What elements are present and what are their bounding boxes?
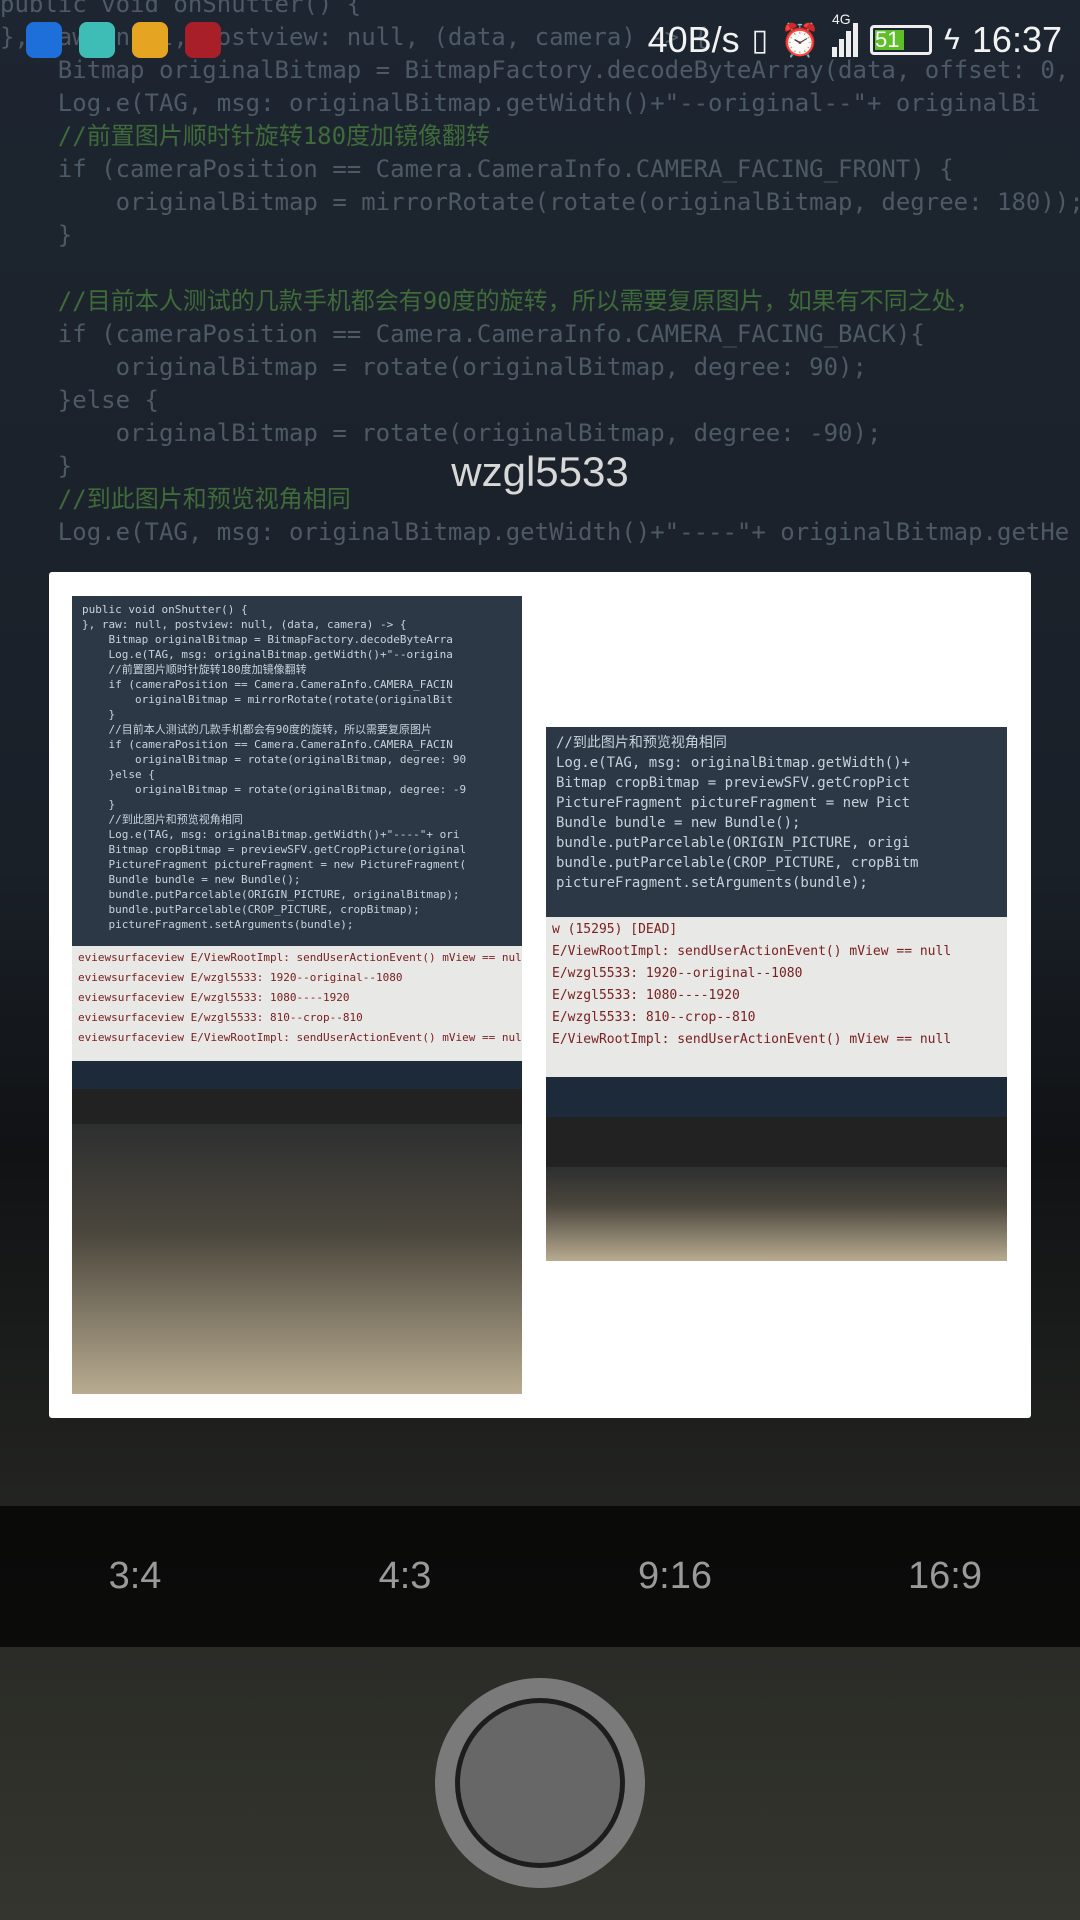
console-line: eviewsurfaceview E/wzgl5533: 810--crop--… (78, 1011, 363, 1024)
code-line: if (cameraPosition == Camera.CameraInfo.… (82, 738, 453, 751)
console-line: w (15295) [DEAD] (552, 922, 678, 937)
code-line: originalBitmap = rotate(originalBitmap, … (0, 353, 867, 381)
code-line: pictureFragment.setArguments(bundle); (82, 918, 354, 931)
code-line: if (cameraPosition == Camera.CameraInfo.… (0, 320, 925, 348)
code-line: //目前本人测试的几款手机都会有90度的旋转，所以需要复原图片，如果有不同之处， (0, 287, 980, 315)
ratio-option-4-3[interactable]: 4:3 (270, 1555, 540, 1598)
console-line: eviewsurfaceview E/ViewRootImpl: sendUse… (78, 951, 522, 964)
ratio-option-9-16[interactable]: 9:16 (540, 1555, 810, 1598)
console-line: E/wzgl5533: 810--crop--810 (552, 1010, 756, 1025)
code-line: originalBitmap = rotate(originalBitmap, … (82, 783, 467, 796)
aspect-ratio-bar: 3:4 4:3 9:16 16:9 (0, 1506, 1080, 1647)
console-line: E/wzgl5533: 1920--original--1080 (552, 966, 803, 981)
signal-icon: 4G (832, 11, 859, 57)
code-line: bundle.putParcelable(CROP_PICTURE, cropB… (82, 903, 420, 916)
code-line: } (82, 708, 116, 721)
android-app-icon (79, 22, 115, 58)
file-app-icon (132, 22, 168, 58)
status-bar: 40B/s ▯ ⏰ 4G 51 ϟ 16:37 (0, 0, 1080, 80)
char-app-icon (185, 22, 221, 58)
code-line: }, raw: null, postview: null, (data, cam… (82, 618, 407, 631)
code-line: Log.e(TAG, msg: originalBitmap.getWidth(… (82, 648, 453, 661)
code-line: public void onShutter() { (82, 603, 248, 616)
code-line: bundle.putParcelable(CROP_PICTURE, cropB… (556, 855, 919, 871)
console-line: eviewsurfaceview E/wzgl5533: 1080----192… (78, 991, 350, 1004)
code-line: Bundle bundle = new Bundle(); (556, 815, 801, 831)
code-line: //前置图片顺时针旋转180度加镜像翻转 (82, 663, 307, 676)
battery-icon: 51 (870, 25, 933, 55)
code-line: originalBitmap = rotate(originalBitmap, … (0, 419, 882, 447)
charging-icon: ϟ (944, 23, 960, 56)
clock: 16:37 (971, 19, 1062, 60)
console-line: E/wzgl5533: 1080----1920 (552, 988, 740, 1003)
code-line: Log.e(TAG, msg: originalBitmap.getWidth(… (556, 755, 911, 771)
code-line: if (cameraPosition == Camera.CameraInfo.… (82, 678, 453, 691)
original-picture: public void onShutter() { }, raw: null, p… (72, 596, 522, 1394)
code-line: }else { (0, 386, 159, 414)
alarm-icon: ⏰ (780, 22, 821, 58)
console-line: E/ViewRootImpl: sendUserActionEvent() mV… (552, 944, 952, 959)
shutter-button[interactable] (435, 1678, 645, 1888)
code-line: //前置图片顺时针旋转180度加镜像翻转 (0, 122, 491, 150)
battery-level: 51 (875, 27, 900, 52)
code-line: //到此图片和预览视角相同 (82, 813, 243, 826)
watermark: wzgl5533 (451, 448, 629, 495)
code-line: originalBitmap = mirrorRotate(rotate(ori… (82, 693, 453, 706)
console-line: eviewsurfaceview E/ViewRootImpl: sendUse… (78, 1031, 522, 1044)
ratio-option-3-4[interactable]: 3:4 (0, 1555, 270, 1598)
vibrate-icon: ▯ (751, 23, 769, 57)
code-line: } (82, 798, 116, 811)
code-line: Bitmap cropBitmap = previewSFV.getCropPi… (556, 775, 911, 791)
net-speed: 40B/s (647, 19, 740, 60)
code-line: //目前本人测试的几款手机都会有90度的旋转，所以需要复原图片 (82, 723, 432, 736)
code-line: Bundle bundle = new Bundle(); (82, 873, 301, 886)
code-line: PictureFragment pictureFragment = new Pi… (556, 795, 911, 811)
console-line: E/ViewRootImpl: sendUserActionEvent() mV… (552, 1032, 952, 1047)
code-line: bundle.putParcelable(ORIGIN_PICTURE, ori… (556, 835, 911, 851)
code-line: Log.e(TAG, msg: originalBitmap.getWidth(… (0, 518, 1070, 546)
cropped-picture: //到此图片和预览视角相同 Log.e(TAG, msg: originalBit… (546, 727, 1007, 1261)
code-line: originalBitmap = rotate(originalBitmap, … (82, 753, 467, 766)
code-line: bundle.putParcelable(ORIGIN_PICTURE, ori… (82, 888, 460, 901)
shutter-inner (455, 1698, 625, 1868)
shield-app-icon (26, 22, 62, 58)
code-line: Bitmap originalBitmap = BitmapFactory.de… (82, 633, 453, 646)
picture-dialog: public void onShutter() { }, raw: null, p… (49, 572, 1031, 1418)
code-line: originalBitmap = mirrorRotate(rotate(ori… (0, 188, 1080, 216)
console-line: eviewsurfaceview E/wzgl5533: 1920--origi… (78, 971, 403, 984)
code-line: } (0, 221, 73, 249)
code-line: if (cameraPosition == Camera.CameraInfo.… (0, 155, 954, 183)
code-line: Bitmap cropBitmap = previewSFV.getCropPi… (82, 843, 467, 856)
code-line: Log.e(TAG, msg: originalBitmap.getWidth(… (0, 89, 1041, 117)
code-line: Log.e(TAG, msg: originalBitmap.getWidth(… (82, 828, 460, 841)
code-line: }else { (82, 768, 155, 781)
network-type: 4G (832, 11, 851, 27)
code-line: pictureFragment.setArguments(bundle); (556, 875, 868, 891)
code-line: PictureFragment pictureFragment = new Pi… (82, 858, 467, 871)
code-line: //到此图片和预览视角相同 (556, 735, 727, 751)
ratio-option-16-9[interactable]: 16:9 (810, 1555, 1080, 1598)
